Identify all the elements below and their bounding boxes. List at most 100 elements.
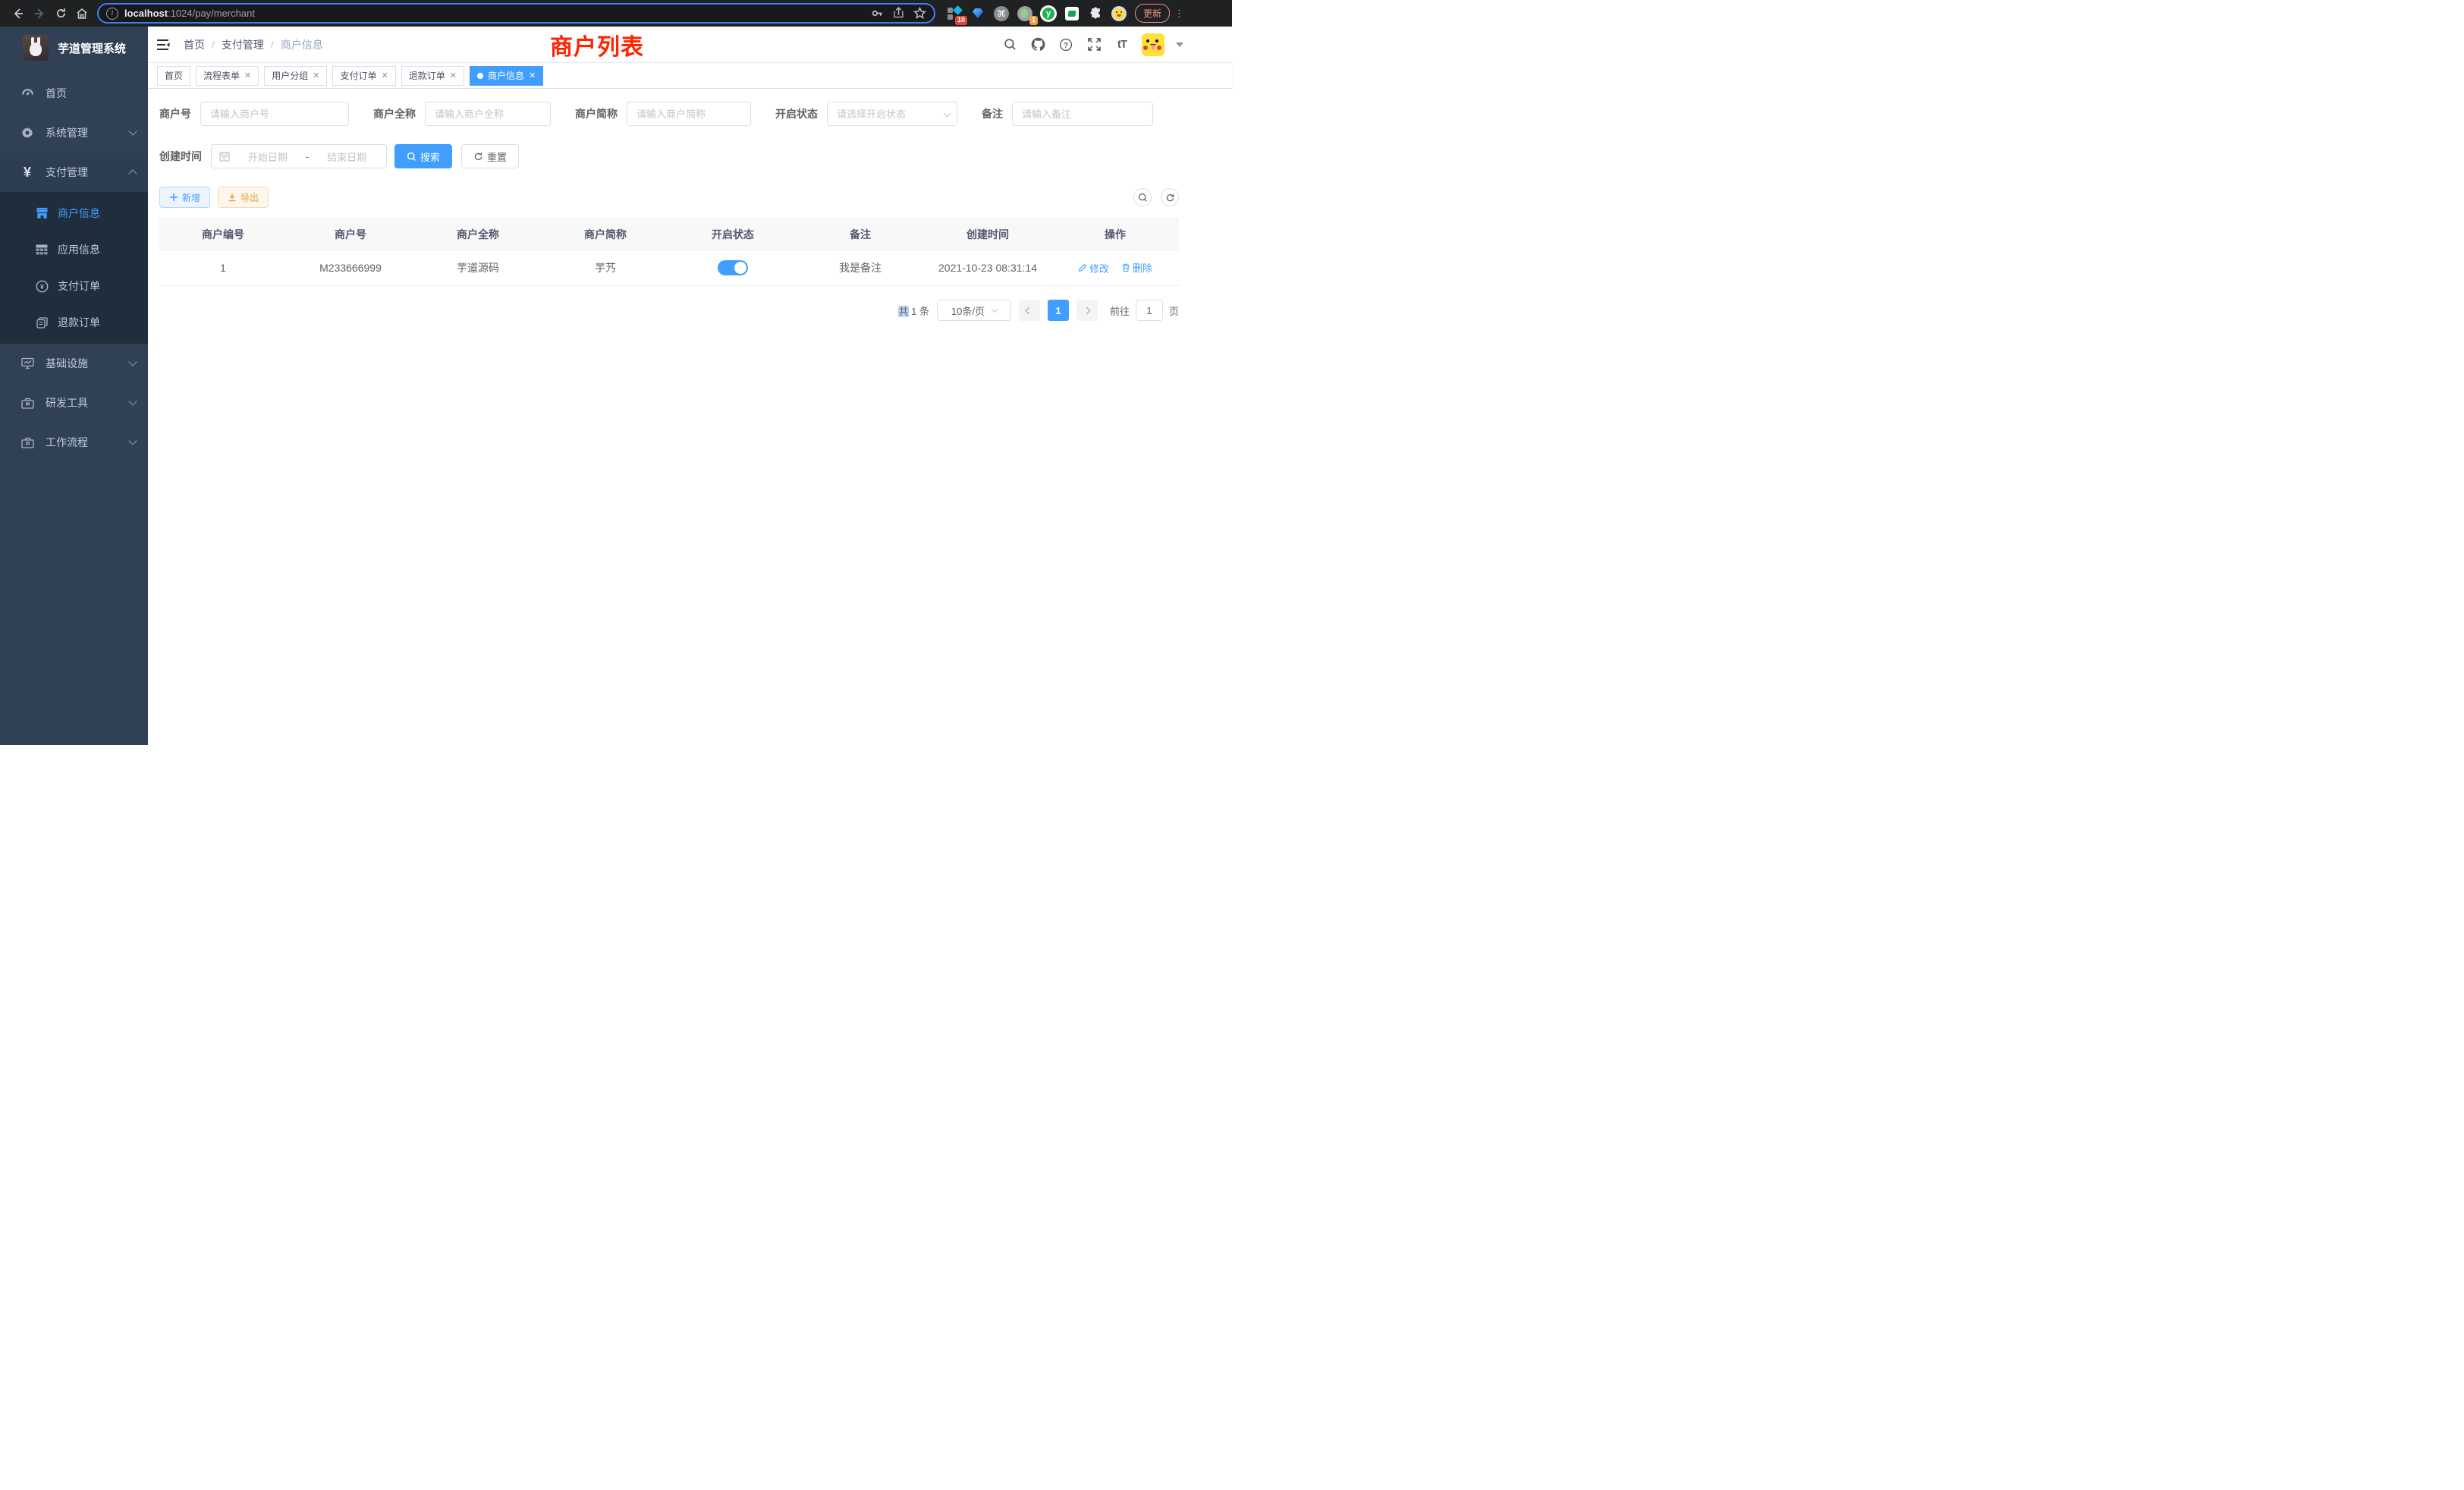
close-icon[interactable]: [313, 71, 319, 80]
short-name-input[interactable]: [627, 102, 751, 126]
tab-process-form[interactable]: 流程表单: [196, 66, 259, 86]
search-icon[interactable]: [1001, 36, 1018, 53]
status-select[interactable]: [827, 102, 957, 126]
tab-user-group[interactable]: 用户分组: [264, 66, 327, 86]
github-icon[interactable]: [1029, 36, 1046, 53]
extension-profile-icon[interactable]: 1: [1017, 5, 1033, 22]
sidebar-item-app-info[interactable]: 应用信息: [0, 231, 148, 268]
url-text[interactable]: localhost:1024/pay/merchant: [124, 8, 871, 19]
refresh-table-button[interactable]: [1161, 188, 1179, 206]
menu-fold-icon[interactable]: [157, 39, 171, 51]
create-time-range-picker[interactable]: 开始日期 - 结束日期: [211, 144, 387, 168]
browser-home-icon[interactable]: [71, 3, 93, 24]
search-button[interactable]: 搜索: [394, 144, 452, 168]
browser-update-button[interactable]: 更新: [1135, 4, 1170, 23]
breadcrumb-current: 商户信息: [281, 37, 323, 52]
monitor-icon: [18, 357, 36, 369]
tab-merchant-info[interactable]: 商户信息: [470, 66, 543, 86]
extension-command-icon[interactable]: ⌘: [993, 5, 1010, 22]
svg-text:¥: ¥: [40, 282, 44, 290]
sidebar-item-dev-tools[interactable]: 研发工具: [0, 383, 148, 423]
bookmark-star-icon[interactable]: [913, 7, 926, 20]
sidebar-item-merchant-info[interactable]: 商户信息: [0, 195, 148, 231]
edit-pencil-icon: [1078, 263, 1087, 272]
close-icon[interactable]: [450, 71, 457, 80]
extension-y-icon[interactable]: y: [1040, 5, 1057, 22]
calendar-icon: [219, 151, 230, 162]
app-logo-row[interactable]: 芋道管理系统: [0, 27, 148, 69]
extensions-puzzle-icon[interactable]: [1087, 5, 1104, 22]
sidebar-item-home[interactable]: 首页: [0, 74, 148, 113]
chevron-up-icon: [128, 169, 137, 178]
reset-button[interactable]: 重置: [461, 144, 519, 168]
prev-page-button[interactable]: [1019, 300, 1040, 321]
extension-grid-icon[interactable]: 10: [946, 5, 963, 22]
close-icon[interactable]: [529, 71, 536, 80]
tab-refund-order[interactable]: 退款订单: [401, 66, 464, 86]
share-icon[interactable]: [893, 7, 904, 20]
page-number-button[interactable]: 1: [1048, 300, 1069, 321]
next-page-button[interactable]: [1076, 300, 1098, 321]
font-size-icon[interactable]: tT: [1114, 36, 1130, 53]
table-row: 1 M233666999 芋道源码 芋艿 我是备注 2021-10-23 08:…: [159, 250, 1179, 286]
toolbox-icon: [18, 437, 36, 448]
page-size-select[interactable]: 10条/页: [937, 300, 1011, 321]
browser-forward-icon[interactable]: [29, 3, 50, 24]
close-icon[interactable]: [382, 71, 388, 80]
svg-text:?: ?: [1064, 41, 1068, 49]
refresh-icon: [1165, 193, 1175, 203]
page-suffix: 页: [1169, 303, 1179, 318]
tab-home[interactable]: 首页: [157, 66, 190, 86]
sidebar: 芋道管理系统 首页 系统管理 ¥ 支付管理: [0, 27, 148, 745]
extension-chat-icon[interactable]: [1064, 5, 1080, 22]
extension-gem-icon[interactable]: [970, 5, 986, 22]
avatar[interactable]: [1142, 33, 1164, 56]
merchant-table: 商户编号 商户号 商户全称 商户简称 开启状态 备注 创建时间 操作 1 M23…: [159, 218, 1179, 286]
breadcrumb-home[interactable]: 首页: [184, 37, 205, 52]
end-date-placeholder: 结束日期: [315, 149, 379, 164]
breadcrumb: 首页 / 支付管理 / 商户信息: [184, 37, 323, 52]
browser-reload-icon[interactable]: [50, 3, 71, 24]
delete-link[interactable]: 删除: [1121, 260, 1152, 275]
export-button[interactable]: 导出: [218, 187, 269, 208]
download-icon: [228, 193, 237, 202]
add-button[interactable]: 新增: [159, 187, 210, 208]
sidebar-item-infrastructure[interactable]: 基础设施: [0, 344, 148, 383]
show-search-toggle-button[interactable]: [1133, 188, 1152, 206]
dashboard-icon: [18, 88, 36, 99]
status-toggle[interactable]: [718, 260, 748, 275]
filter-label-create-time: 创建时间: [159, 149, 202, 164]
browser-back-icon[interactable]: [8, 3, 29, 24]
yen-icon: ¥: [18, 165, 36, 181]
sidebar-item-refund-order[interactable]: 退款订单: [0, 304, 148, 341]
toolbox-icon: [18, 398, 36, 409]
tab-pay-order[interactable]: 支付订单: [332, 66, 395, 86]
breadcrumb-payment[interactable]: 支付管理: [222, 37, 264, 52]
gear-icon: [18, 127, 36, 139]
sidebar-item-workflow[interactable]: 工作流程: [0, 423, 148, 462]
filter-label-short-name: 商户简称: [575, 106, 618, 121]
password-key-icon[interactable]: [871, 7, 884, 20]
filter-label-remark: 备注: [982, 106, 1003, 121]
table-header-row: 商户编号 商户号 商户全称 商户简称 开启状态 备注 创建时间 操作: [159, 219, 1179, 250]
fullscreen-icon[interactable]: [1086, 36, 1102, 53]
sidebar-item-payment[interactable]: ¥ 支付管理: [0, 152, 148, 192]
remark-input[interactable]: [1012, 102, 1153, 126]
browser-profile-avatar[interactable]: [1111, 5, 1127, 22]
cell-create-time: 2021-10-23 08:31:14: [924, 262, 1051, 274]
search-icon: [1138, 193, 1148, 203]
merchant-no-input[interactable]: [200, 102, 349, 126]
sidebar-item-pay-order[interactable]: ¥ 支付订单: [0, 268, 148, 304]
sidebar-item-system[interactable]: 系统管理: [0, 113, 148, 152]
goto-page-input[interactable]: [1136, 300, 1163, 321]
close-icon[interactable]: [244, 71, 251, 80]
site-info-icon[interactable]: i: [106, 8, 118, 20]
caret-down-icon[interactable]: [1176, 42, 1183, 47]
full-name-input[interactable]: [425, 102, 551, 126]
help-icon[interactable]: ?: [1058, 36, 1074, 53]
shop-icon: [33, 207, 50, 219]
address-bar[interactable]: i localhost:1024/pay/merchant: [97, 3, 935, 24]
browser-menu-icon[interactable]: ⋮: [1174, 8, 1184, 18]
merchant-list-page: 商户号 商户全称 商户简称 开启状态: [148, 89, 1232, 745]
edit-link[interactable]: 修改: [1078, 261, 1109, 275]
